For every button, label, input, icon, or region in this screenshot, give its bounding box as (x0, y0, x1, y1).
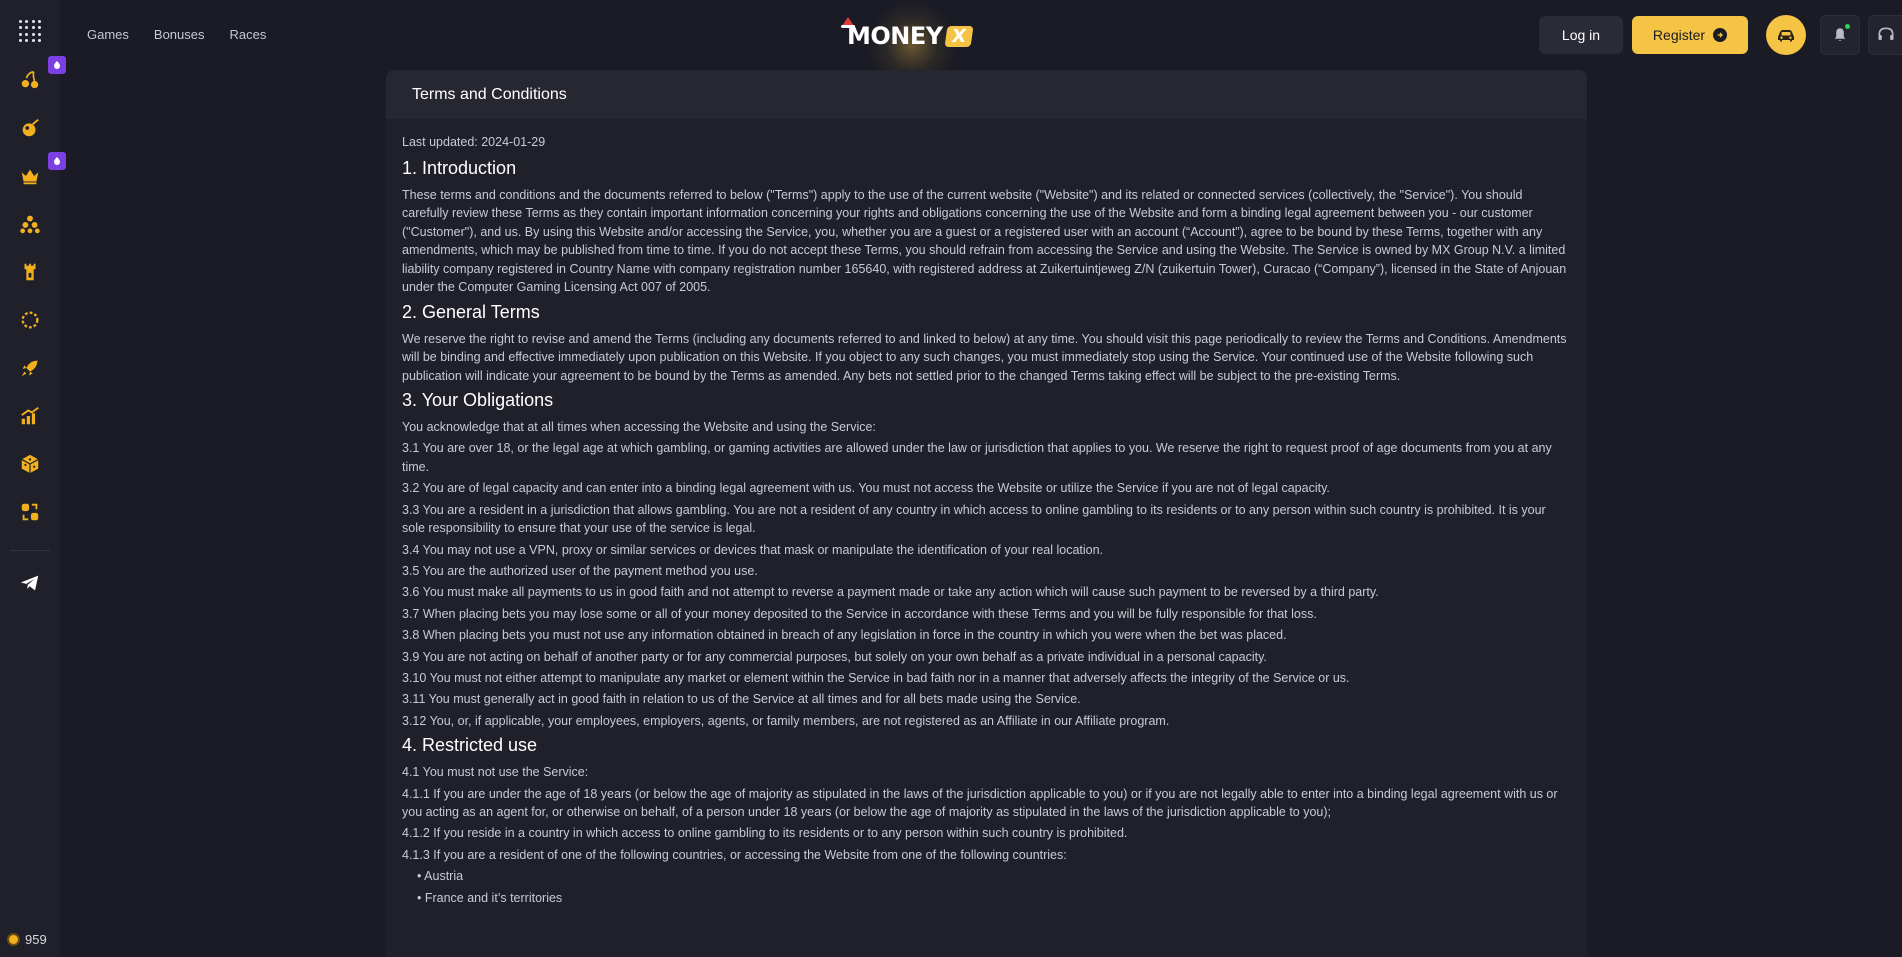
section-2-title: 2. General Terms (402, 301, 540, 322)
chart-up-icon (19, 405, 41, 432)
online-indicator (1845, 24, 1850, 29)
obligation-item: 3.4 You may not use a VPN, proxy or simi… (402, 542, 1104, 557)
restriction-item: 4.1.1 If you are under the age of 18 yea… (402, 786, 1558, 820)
section-4-title: 4. Restricted use (402, 735, 538, 756)
dice-box-icon (19, 453, 41, 480)
castle-icon (19, 261, 41, 288)
logo-text: MONEY (847, 22, 943, 50)
country-item: • Austria (417, 869, 464, 884)
car-icon[interactable] (1766, 15, 1806, 55)
obligation-item: 3.6 You must make all payments to us in … (402, 585, 1379, 600)
sidebar-item-roulette[interactable] (16, 308, 44, 336)
logo-x: X (944, 25, 974, 47)
obligation-item: 3.12 You, or, if applicable, your employ… (402, 713, 1170, 728)
header-actions: Log in Register (1539, 15, 1902, 55)
cherry-icon (19, 69, 41, 96)
sidebar-item-cherry[interactable] (16, 56, 66, 96)
obligation-item: 3.9 You are not acting on behalf of anot… (402, 649, 1267, 664)
section-3-title: 3. Your Obligations (402, 390, 554, 410)
drop-badge-icon (48, 152, 66, 170)
obligation-item: 3.1 You are over 18, or the legal age at… (402, 441, 1552, 474)
rocket-icon (19, 357, 41, 384)
restriction-item: 4.1.3 If you are a resident of one of th… (402, 847, 1067, 862)
section-3-list: 3.1 You are over 18, or the legal age at… (402, 439, 1572, 730)
restriction-item: 4.1.2 If you reside in a country in whic… (402, 826, 1128, 841)
nav-races[interactable]: Races (230, 27, 267, 42)
obligation-item: 3.3 You are a resident in a jurisdiction… (402, 502, 1546, 536)
top-nav: Games Bonuses Races (87, 27, 266, 42)
section-1-title: 1. Introduction (402, 157, 517, 178)
restriction-item: 4.1 You must not use the Service: (402, 765, 589, 780)
balance-value: 959 (25, 932, 47, 947)
section-2-text: We reserve the right to revise and amend… (402, 331, 1567, 383)
last-updated: Last updated: 2024-01-29 (402, 135, 546, 149)
page-title: Terms and Conditions (412, 85, 567, 103)
terms-content: Last updated: 2024-01-29 1. Introduction… (386, 119, 1587, 907)
fire-ball-icon (19, 117, 41, 144)
sidebar-divider (10, 550, 50, 551)
header: Games Bonuses Races MONEY X Log in Regis… (60, 0, 1902, 90)
panel-header: Terms and Conditions (386, 70, 1587, 119)
obligation-item: 3.10 You must not either attempt to mani… (402, 670, 1350, 685)
telegram-icon[interactable] (16, 569, 44, 597)
arrow-right-icon (1713, 28, 1728, 42)
section-3-intro: You acknowledge that at all times when a… (402, 420, 876, 434)
section-4-list: 4.1 You must not use the Service: 4.1.1 I… (402, 763, 1572, 864)
slots-switch-icon (19, 501, 41, 528)
sidebar-item-balls[interactable] (16, 212, 44, 240)
obligation-item: 3.7 When placing bets you may lose some … (402, 606, 1317, 621)
country-item: • France and it’s territories (417, 890, 563, 905)
obligation-item: 3.8 When placing bets you must not use a… (402, 628, 1287, 643)
nav-games[interactable]: Games (87, 27, 129, 42)
nav-bonuses[interactable]: Bonuses (154, 27, 205, 42)
roulette-icon (19, 309, 41, 336)
register-label: Register (1652, 27, 1706, 43)
country-list: • Austria • France and it’s territories (402, 867, 1572, 907)
menu-grid-icon[interactable] (19, 20, 41, 42)
sidebar-item-fire-ball[interactable] (16, 116, 44, 144)
balance[interactable]: 959 (9, 932, 47, 947)
support-button[interactable] (1868, 15, 1902, 55)
sidebar-item-castle[interactable] (16, 260, 44, 288)
sidebar-item-chart-up[interactable] (16, 404, 44, 432)
coin-icon (9, 935, 18, 944)
sidebar-item-slots-switch[interactable] (16, 500, 44, 528)
obligation-item: 3.11 You must generally act in good fait… (402, 692, 1081, 707)
sidebar-item-dice-box[interactable] (16, 452, 44, 480)
balls-icon (19, 213, 41, 240)
notifications-button[interactable] (1820, 15, 1860, 55)
section-1-text: These terms and conditions and the docum… (402, 187, 1567, 295)
sidebar-item-crown[interactable] (16, 152, 66, 192)
register-button[interactable]: Register (1632, 16, 1748, 54)
login-button[interactable]: Log in (1539, 16, 1623, 54)
sidebar: 959 (0, 0, 66, 957)
obligation-item: 3.2 You are of legal capacity and can en… (402, 481, 1330, 496)
logo[interactable]: MONEY X (841, 0, 974, 90)
sidebar-item-rocket[interactable] (16, 356, 44, 384)
obligation-item: 3.5 You are the authorized user of the p… (402, 563, 758, 578)
terms-panel: Terms and Conditions Last updated: 2024-… (386, 70, 1587, 957)
headset-icon (1878, 27, 1893, 40)
crown-icon (19, 165, 41, 192)
